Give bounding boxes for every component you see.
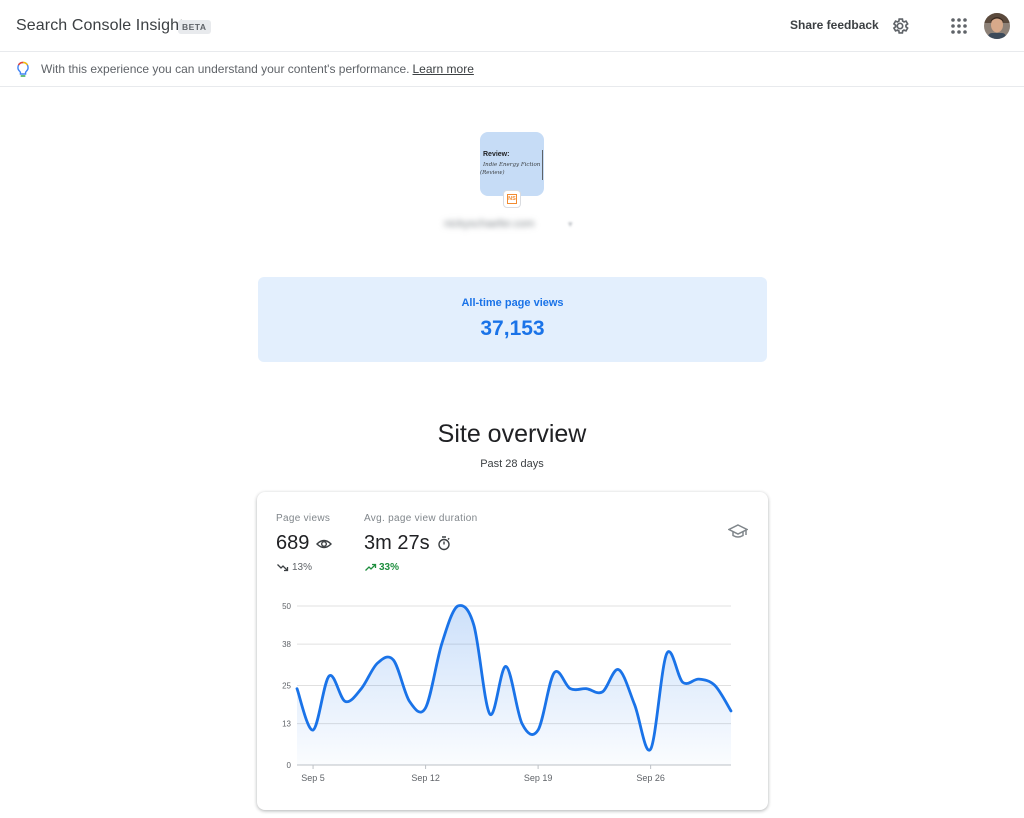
lightbulb-icon [17,61,29,77]
y-tick-label: 50 [282,602,291,611]
x-tick-label: Sep 19 [524,773,553,783]
data-point[interactable] [615,667,621,673]
date-range-label: Past 28 days [480,458,544,470]
chevron-down-icon[interactable]: ▾ [568,219,573,230]
data-point[interactable] [680,679,686,685]
share-feedback-button[interactable]: Share feedback [790,18,879,32]
beta-badge: BETA [178,20,211,34]
learn-more-link[interactable]: Learn more [413,62,474,76]
avatar[interactable] [984,13,1010,39]
x-tick-label: Sep 26 [636,773,665,783]
all-time-views-label: All-time page views [461,297,564,309]
data-point[interactable] [487,711,493,717]
data-point[interactable] [599,689,605,695]
top-app-bar: Search Console Insights BETA Share feedb… [0,0,1024,52]
data-point[interactable] [374,660,380,666]
apps-grid-icon[interactable] [950,17,968,35]
data-point[interactable] [455,603,461,609]
site-selector[interactable]: nickyschaefer.com [444,218,564,232]
site-overview-card: Page views 689 13% Avg. page view durati… [257,492,768,810]
data-point[interactable] [326,673,332,679]
data-point[interactable] [471,622,477,628]
data-point[interactable] [439,641,445,647]
section-title: Site overview [437,420,587,448]
data-point[interactable] [342,698,348,704]
info-text: With this experience you can understand … [41,62,410,76]
data-point[interactable] [567,686,573,692]
info-banner: With this experience you can understand … [0,52,1024,87]
x-tick-label: Sep 12 [411,773,440,783]
data-point[interactable] [519,721,525,727]
data-point[interactable] [294,686,300,692]
all-time-views-value: 37,153 [480,317,545,340]
data-point[interactable] [503,663,509,669]
data-point[interactable] [310,727,316,733]
x-tick-label: Sep 5 [301,773,325,783]
data-point[interactable] [728,708,734,714]
site-thumbnail: Review: Indie Energy Fiction (Review) [480,132,544,196]
app-title: Search Console Insights [16,17,192,34]
data-point[interactable] [632,702,638,708]
data-point[interactable] [358,686,364,692]
y-tick-label: 38 [282,640,291,649]
page-views-chart: 0 13 25 38 50 Sep 5 Sep 12 Sep 19 Sep 26 [282,602,734,783]
data-point[interactable] [648,746,654,752]
data-point[interactable] [390,657,396,663]
thumbnail-line: (Review) [480,170,505,176]
data-point[interactable] [407,698,413,704]
data-point[interactable] [712,683,718,689]
thumbnail-divider [542,150,543,180]
data-point[interactable] [696,676,702,682]
y-tick-label: 0 [287,761,292,770]
data-point[interactable] [583,686,589,692]
site-favicon: NS [503,190,521,208]
favicon-logo: NS [507,194,517,204]
data-point[interactable] [551,670,557,676]
thumbnail-title: Review: [483,151,510,158]
y-tick-label: 13 [282,720,291,729]
data-point[interactable] [423,705,429,711]
data-point[interactable] [535,727,541,733]
gear-icon[interactable] [890,16,910,36]
thumbnail-line: Indie Energy Fiction [483,162,541,168]
info-message: With this experience you can understand … [41,62,474,76]
y-tick-label: 25 [282,682,291,691]
data-point[interactable] [664,651,670,657]
all-time-views-card: All-time page views 37,153 [258,277,767,362]
